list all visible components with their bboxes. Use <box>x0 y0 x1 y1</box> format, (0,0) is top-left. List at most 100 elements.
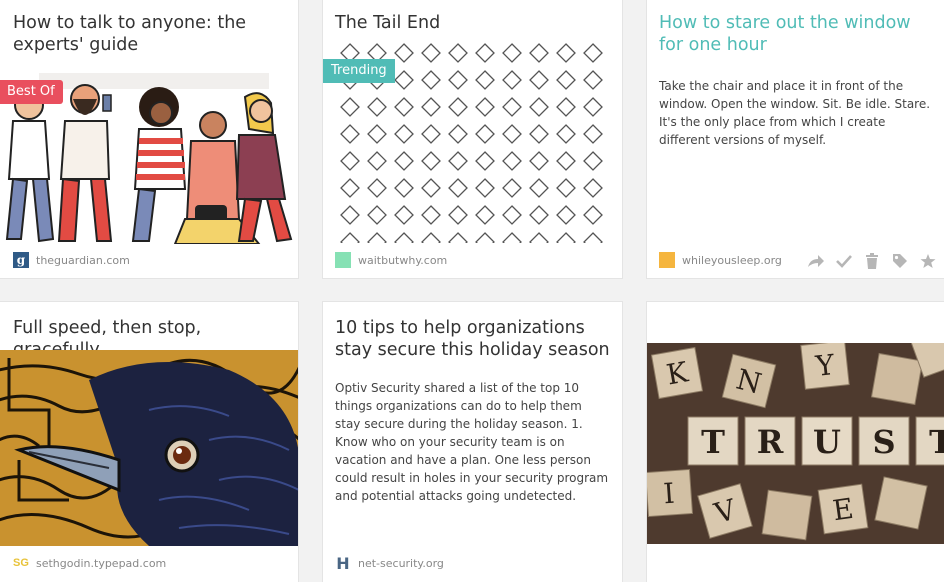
card-actions <box>807 252 937 270</box>
card-grid: How to talk to anyone: the experts' guid… <box>0 0 944 582</box>
guardian-favicon-icon: g <box>13 252 29 268</box>
diamond-shape <box>583 124 603 144</box>
diamond-shape <box>556 151 576 171</box>
net-security-favicon-icon: H <box>336 553 350 573</box>
diamond-shape <box>556 70 576 90</box>
diamond-shape <box>421 178 441 198</box>
card-footer: H net-security.org <box>323 545 622 581</box>
diamond-shape <box>583 205 603 225</box>
diamond-shape <box>529 97 549 117</box>
share-icon[interactable] <box>807 252 825 270</box>
source-domain-link[interactable]: sethgodin.typepad.com <box>36 557 166 570</box>
diamond-shape <box>394 70 414 90</box>
diamond-shape <box>394 124 414 144</box>
diamond-shape <box>529 178 549 198</box>
diamond-shape <box>448 205 468 225</box>
diamond-shape <box>529 70 549 90</box>
tile-letter: Y <box>813 348 836 383</box>
article-card[interactable]: The Tail End Trending waitbutwhy.com <box>322 0 623 279</box>
card-title[interactable]: How to stare out the window for one hour <box>659 12 933 56</box>
diamond-shape <box>394 151 414 171</box>
diamond-shape <box>421 151 441 171</box>
diamond-shape <box>502 205 522 225</box>
card-footer: waitbutwhy.com <box>323 242 622 278</box>
diamond-shape <box>502 43 522 63</box>
diamond-shape <box>475 70 495 90</box>
diamond-shape <box>394 178 414 198</box>
source-domain-link[interactable]: theguardian.com <box>36 254 130 267</box>
tile-letter: S <box>872 423 895 461</box>
best-of-badge: Best Of <box>0 80 63 104</box>
favorite-icon[interactable] <box>919 252 937 270</box>
check-icon[interactable] <box>835 252 853 270</box>
card-excerpt: Take the chair and place it in front of … <box>659 79 931 147</box>
diamond-shape <box>448 70 468 90</box>
delete-icon[interactable] <box>863 252 881 270</box>
tile-letter: I <box>662 477 675 511</box>
diamond-shape <box>502 151 522 171</box>
diamond-shape <box>367 124 387 144</box>
trending-badge: Trending <box>323 59 395 83</box>
source-domain-link[interactable]: net-security.org <box>358 557 444 570</box>
diamond-shape <box>583 70 603 90</box>
diamond-shape <box>394 43 414 63</box>
diamond-shape <box>421 124 441 144</box>
diamond-shape <box>340 124 360 144</box>
tile-letter: R <box>757 423 784 461</box>
card-title[interactable]: How to talk to anyone: the experts' guid… <box>13 12 286 56</box>
article-card[interactable]: 10 tips to help organizations stay secur… <box>322 301 623 582</box>
diamond-shape <box>448 151 468 171</box>
diamond-shape <box>529 151 549 171</box>
article-card[interactable]: K N Y T R U S T I V <box>646 301 944 582</box>
card-title[interactable]: 10 tips to help organizations stay secur… <box>335 317 610 361</box>
diamond-shape <box>367 151 387 171</box>
diamond-shape <box>583 178 603 198</box>
tag-icon[interactable] <box>891 252 909 270</box>
source-domain-link[interactable]: waitbutwhy.com <box>358 254 447 267</box>
diamond-shape <box>475 151 495 171</box>
article-card[interactable]: How to talk to anyone: the experts' guid… <box>0 0 299 279</box>
diamond-shape <box>340 205 360 225</box>
diamond-shape <box>340 178 360 198</box>
diamond-shape <box>583 97 603 117</box>
card-footer: SG sethgodin.typepad.com <box>0 545 298 581</box>
diamond-shape <box>529 124 549 144</box>
diamond-shape <box>529 205 549 225</box>
diamond-shape <box>529 43 549 63</box>
diamond-shape <box>502 124 522 144</box>
diamond-shape <box>475 178 495 198</box>
diamond-shape <box>556 124 576 144</box>
diamond-shape <box>502 70 522 90</box>
diamond-shape <box>421 97 441 117</box>
diamond-shape <box>502 178 522 198</box>
article-image[interactable] <box>0 350 298 546</box>
diamond-shape <box>556 97 576 117</box>
article-card[interactable]: How to stare out the window for one hour… <box>646 0 944 279</box>
diamond-shape <box>556 43 576 63</box>
diamond-shape <box>394 205 414 225</box>
diamond-shape <box>340 151 360 171</box>
diamond-shape <box>421 70 441 90</box>
card-excerpt: Optiv Security shared a list of the top … <box>335 381 609 503</box>
diamond-shape <box>367 205 387 225</box>
diamond-shape <box>475 97 495 117</box>
diamond-shape <box>448 97 468 117</box>
source-domain-link[interactable]: whileyousleep.org <box>682 254 782 267</box>
tile-letter: U <box>813 423 841 461</box>
diamond-shape <box>583 151 603 171</box>
tile-letter: T <box>701 423 725 461</box>
diamond-shape <box>367 178 387 198</box>
diamond-shape <box>421 43 441 63</box>
diamond-shape <box>556 178 576 198</box>
diamond-shape <box>448 178 468 198</box>
diamond-shape <box>448 43 468 63</box>
diamond-shape <box>502 97 522 117</box>
diamond-shape <box>556 205 576 225</box>
crow-linocut-image <box>0 350 298 546</box>
diamond-shape <box>367 97 387 117</box>
card-title[interactable]: The Tail End <box>335 12 610 34</box>
article-card[interactable]: Full speed, then stop, gracefully <box>0 301 299 582</box>
diamond-shape <box>448 124 468 144</box>
whileyousleep-favicon-icon <box>659 252 675 268</box>
article-image[interactable]: K N Y T R U S T I V <box>647 343 944 544</box>
